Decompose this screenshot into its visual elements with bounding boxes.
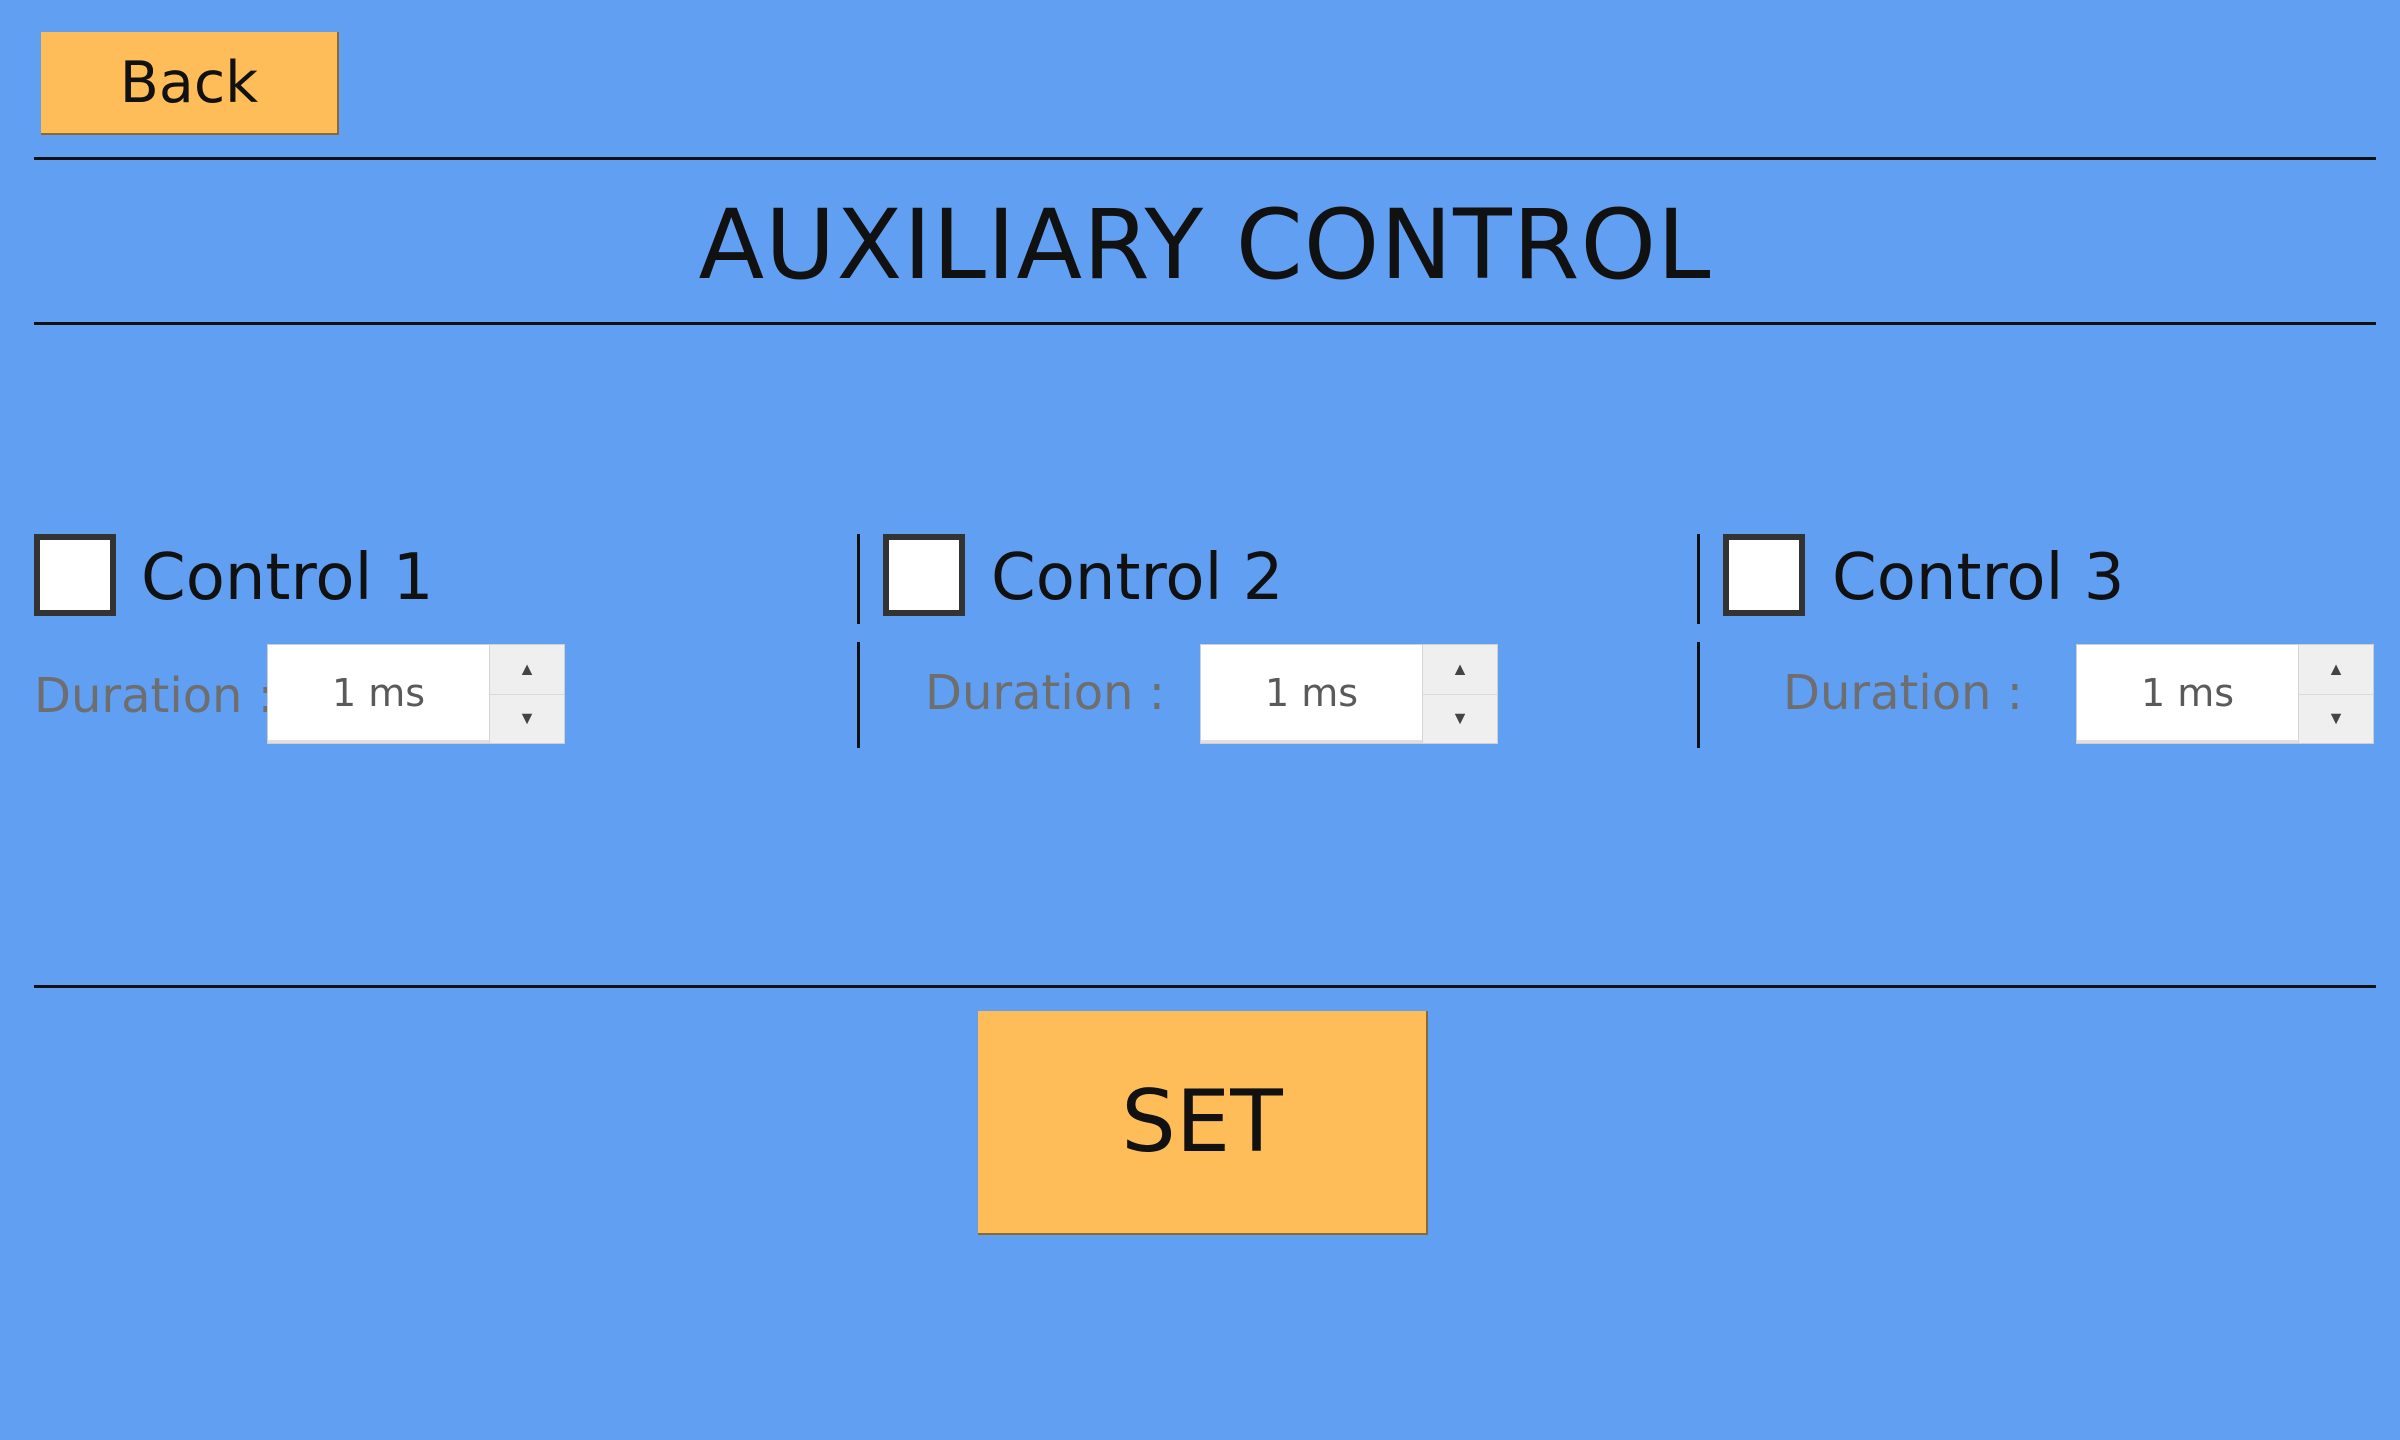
control-2-label: Control 2	[991, 541, 1284, 615]
control-2-duration-label: Duration :	[925, 665, 1165, 721]
column-divider	[857, 642, 860, 748]
control-3-label: Control 3	[1832, 541, 2125, 615]
header-divider-top	[34, 157, 2376, 160]
control-2-spin-buttons: ▲ ▼	[1422, 645, 1497, 743]
control-1-duration-stepper[interactable]: 1 ms ▲ ▼	[267, 644, 565, 744]
control-1-duration-value[interactable]: 1 ms	[268, 645, 489, 743]
control-3-duration-label: Duration :	[1783, 665, 2023, 721]
column-divider	[1697, 534, 1700, 624]
control-2-checkbox[interactable]	[883, 534, 965, 616]
spin-up-icon[interactable]: ▲	[2299, 645, 2373, 694]
page-title: AUXILIARY CONTROL	[698, 189, 1712, 301]
spin-down-icon[interactable]: ▼	[490, 693, 564, 744]
spin-down-icon[interactable]: ▼	[1423, 693, 1497, 744]
back-button[interactable]: Back	[41, 32, 339, 135]
control-1-label: Control 1	[141, 541, 434, 615]
control-3-duration-value[interactable]: 1 ms	[2077, 645, 2298, 743]
control-1-checkbox[interactable]	[34, 534, 116, 616]
column-divider	[857, 534, 860, 624]
set-button[interactable]: SET	[978, 1011, 1428, 1235]
control-3-duration-stepper[interactable]: 1 ms ▲ ▼	[2076, 644, 2374, 744]
control-3-checkbox[interactable]	[1723, 534, 1805, 616]
control-2-duration-value[interactable]: 1 ms	[1201, 645, 1422, 743]
footer-divider	[34, 985, 2376, 988]
spin-up-icon[interactable]: ▲	[490, 645, 564, 694]
header-divider-bottom	[34, 322, 2376, 325]
spin-up-icon[interactable]: ▲	[1423, 645, 1497, 694]
control-1-duration-label: Duration :	[34, 668, 274, 724]
spin-down-icon[interactable]: ▼	[2299, 693, 2373, 744]
control-2-duration-stepper[interactable]: 1 ms ▲ ▼	[1200, 644, 1498, 744]
control-1-spin-buttons: ▲ ▼	[489, 645, 564, 743]
control-3-spin-buttons: ▲ ▼	[2298, 645, 2373, 743]
column-divider	[1697, 642, 1700, 748]
